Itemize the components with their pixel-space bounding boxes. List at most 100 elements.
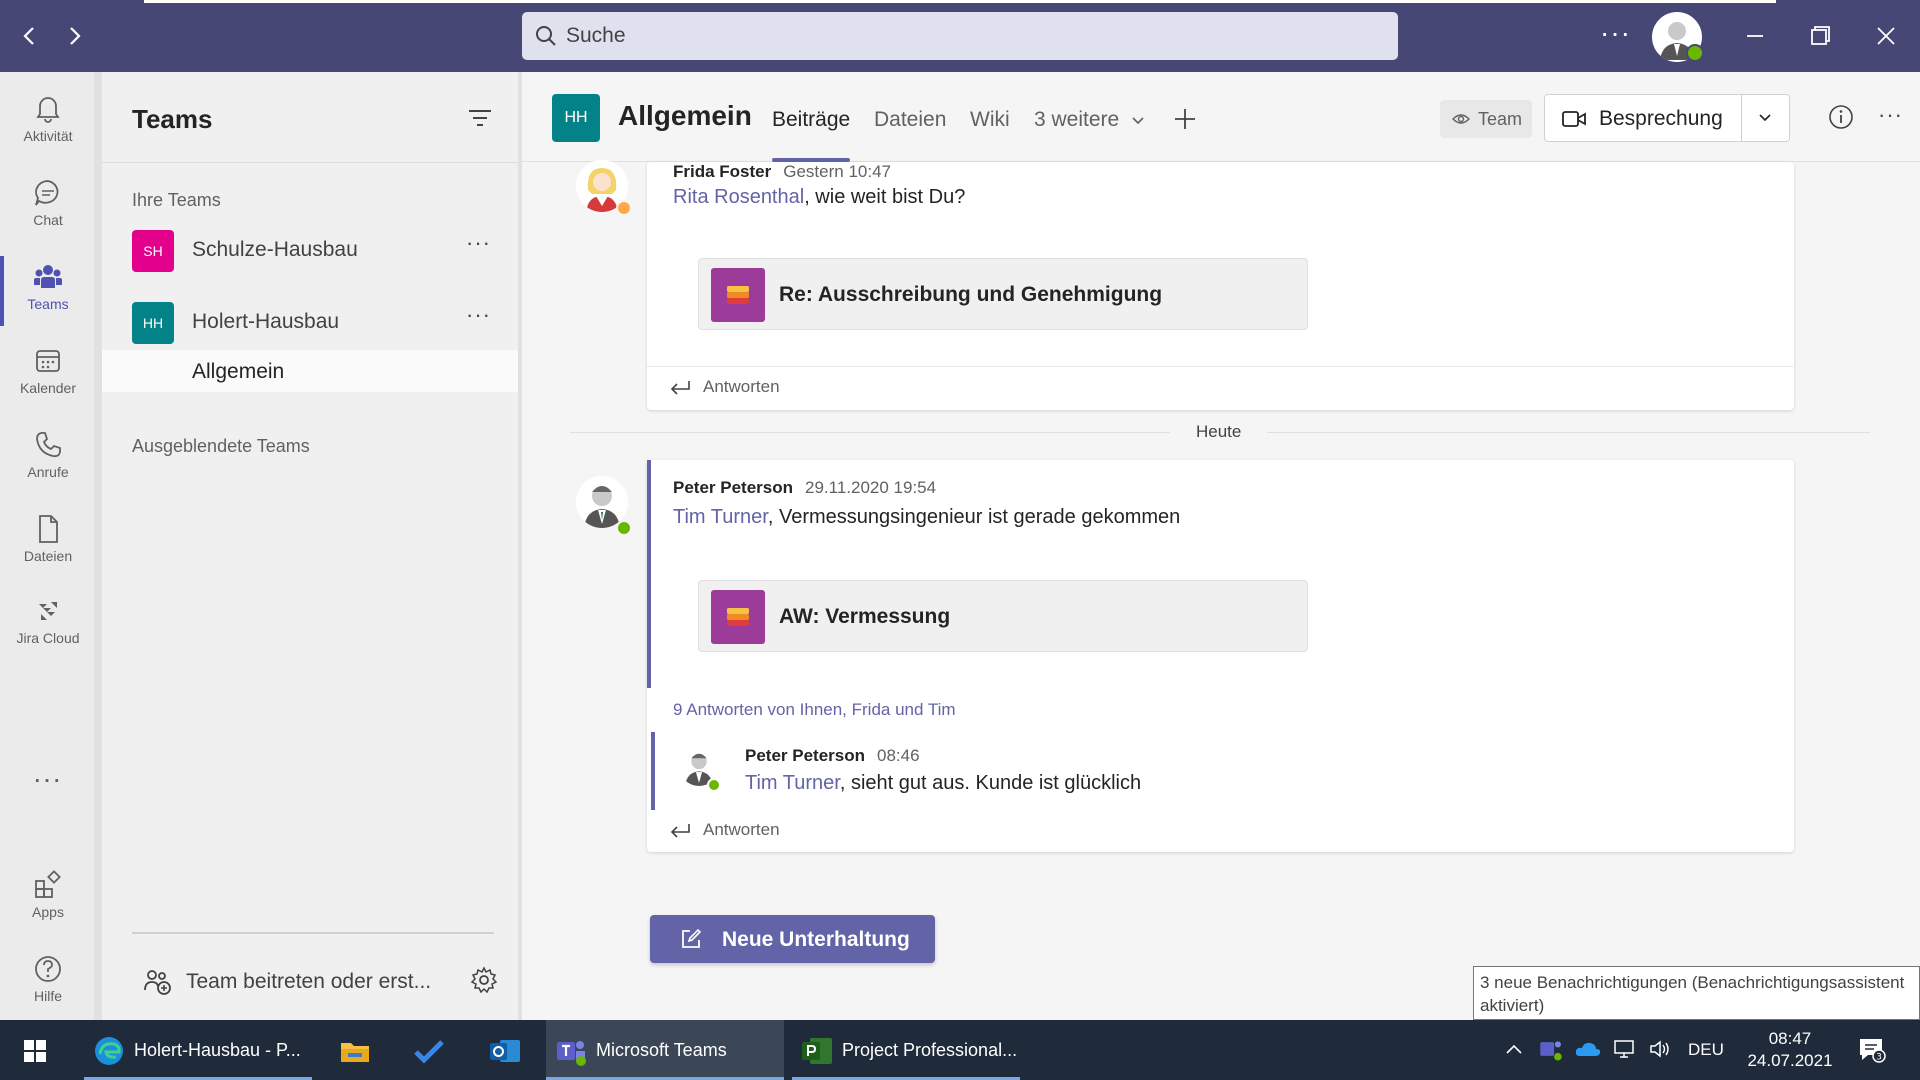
tray-volume[interactable] [1648,1038,1672,1065]
back-button[interactable] [12,18,48,54]
panel-separator [518,72,522,1020]
edge-icon [95,1037,123,1065]
team-more-button[interactable]: ··· [466,230,491,256]
hidden-teams-label[interactable]: Ausgeblendete Teams [132,436,310,457]
taskbar-app-outlook[interactable] [480,1020,530,1080]
meeting-button[interactable]: Besprechung [1544,94,1790,142]
settings-more-button[interactable]: ··· [1600,18,1631,48]
team-name: Schulze-Hausbau [192,238,358,261]
minimize-button[interactable] [1737,18,1773,54]
taskbar-app-project[interactable]: Project Professional... [792,1020,1020,1080]
message-card: Peter Peterson 29.11.2020 19:54 Tim Turne… [647,460,1794,852]
tab-more[interactable]: 3 weitere [1034,108,1145,132]
rail-item-teams[interactable]: Teams [0,252,96,332]
tray-onedrive[interactable] [1574,1038,1602,1065]
start-button[interactable] [10,1020,60,1080]
team-visibility-badge[interactable]: Team [1440,100,1532,138]
reply-text: , sieht gut aus. Kunde ist glücklich [839,772,1142,794]
title-bar: Suche ··· [0,0,1920,72]
restore-icon [1811,26,1830,45]
team-more-button[interactable]: ··· [466,302,491,328]
taskbar-app-teams[interactable]: Microsoft Teams [546,1020,784,1080]
presence-available-icon [707,778,721,792]
message-time: Gestern 10:47 [783,162,891,181]
replies-summary-link[interactable]: 9 Antworten von Ihnen, Frida und Tim [673,700,956,720]
rail-item-apps[interactable]: Apps [0,860,96,940]
reply-button[interactable]: Antworten [647,810,1794,852]
filter-icon[interactable] [466,106,494,130]
reply-label: Antworten [703,377,780,396]
rail-item-calendar[interactable]: Kalender [0,336,96,416]
chevron-right-icon [70,27,81,45]
tray-network[interactable] [1612,1038,1638,1065]
chevron-down-icon[interactable] [1757,111,1773,125]
reply-body: Tim Turner, sieht gut aus. Kunde ist glü… [745,772,1141,795]
channel-more-button[interactable]: ··· [1878,102,1903,128]
taskbar-app-explorer[interactable] [330,1020,380,1080]
reply-accent-bar [651,732,655,810]
tray-teams[interactable] [1538,1036,1564,1067]
taskbar-app-edge[interactable]: Holert-Hausbau - P... [84,1020,312,1080]
tab-more-label: 3 weitere [1034,108,1120,131]
tab-posts[interactable]: Beiträge [772,108,850,132]
reply-arrow-icon [670,381,690,395]
channel-title: Allgemein [618,100,752,131]
presence-available-icon [616,520,632,536]
taskbar-app-label: Microsoft Teams [596,1040,727,1060]
rail-item-chat[interactable]: Chat [0,168,96,248]
mention-link[interactable]: Rita Rosenthal [673,186,804,208]
join-team-link[interactable]: Team beitreten oder erst... [186,970,431,994]
chat-icon [35,180,59,206]
mention-link[interactable]: Tim Turner [673,506,768,528]
thread-accent-bar [647,460,651,688]
channel-item-allgemein[interactable]: Allgemein [102,350,518,392]
teams-panel: Teams Ihre Teams SH Schulze-Hausbau ··· … [102,72,518,1020]
notification-tooltip: 3 neue Benachrichtigungen (Benachrichtig… [1473,966,1920,1020]
taskbar-app-todo[interactable] [404,1020,454,1080]
rail-separator [94,72,102,1020]
close-icon [1877,27,1895,45]
tab-wiki[interactable]: Wiki [970,108,1010,132]
close-button[interactable] [1868,18,1904,54]
mention-link[interactable]: Tim Turner [745,772,840,794]
attachment-card[interactable]: Re: Ausschreibung und Genehmigung [698,258,1308,330]
chevron-down-icon [1132,117,1144,125]
windows-taskbar: Holert-Hausbau - P... Microsoft Teams Pr… [0,1020,1920,1080]
file-icon [39,515,58,543]
rail-item-files[interactable]: Dateien [0,504,96,584]
rail-item-calls[interactable]: Anrufe [0,420,96,500]
team-tile: HH [132,302,174,344]
taskbar-clock[interactable]: 08:47 24.07.2021 [1735,1028,1845,1072]
gear-icon[interactable] [470,966,498,994]
video-camera-icon [1562,111,1586,127]
rail-item-help[interactable]: Hilfe [0,944,96,1024]
forward-button[interactable] [56,18,92,54]
phone-icon [36,432,61,458]
more-apps-button[interactable]: ... [0,757,96,789]
new-conversation-button[interactable]: Neue Unterhaltung [650,915,935,963]
tray-overflow-button[interactable] [1504,1040,1524,1065]
action-center-button[interactable]: 3 [1856,1034,1886,1069]
tray-language[interactable]: DEU [1688,1040,1724,1060]
team-row-schulze[interactable]: SH Schulze-Hausbau ··· [102,224,518,280]
taskbar-app-label: Project Professional... [842,1040,1018,1060]
rail-item-jira[interactable]: Jira Cloud [0,586,96,666]
search-icon [536,26,556,46]
restore-button[interactable] [1802,18,1838,54]
taskbar-app-label: Holert-Hausbau - P... [134,1040,301,1060]
message-body: Rita Rosenthal, wie weit bist Du? [673,186,965,209]
tab-files[interactable]: Dateien [874,108,946,132]
join-team-icon[interactable] [142,966,172,996]
panel-divider [102,162,518,163]
your-teams-label: Ihre Teams [132,190,221,210]
attachment-card[interactable]: AW: Vermessung [698,580,1308,652]
attachment-title: AW: Vermessung [779,605,951,628]
panel-title: Teams [132,104,213,134]
add-tab-icon[interactable] [1172,106,1198,132]
stack-icon [727,608,749,626]
rail-item-activity[interactable]: Aktivität [0,84,96,164]
info-icon[interactable] [1828,104,1854,130]
search-input[interactable]: Suche [522,12,1398,60]
team-row-holert[interactable]: HH Holert-Hausbau ··· [102,296,518,352]
reply-button[interactable]: Antworten [647,366,1794,408]
